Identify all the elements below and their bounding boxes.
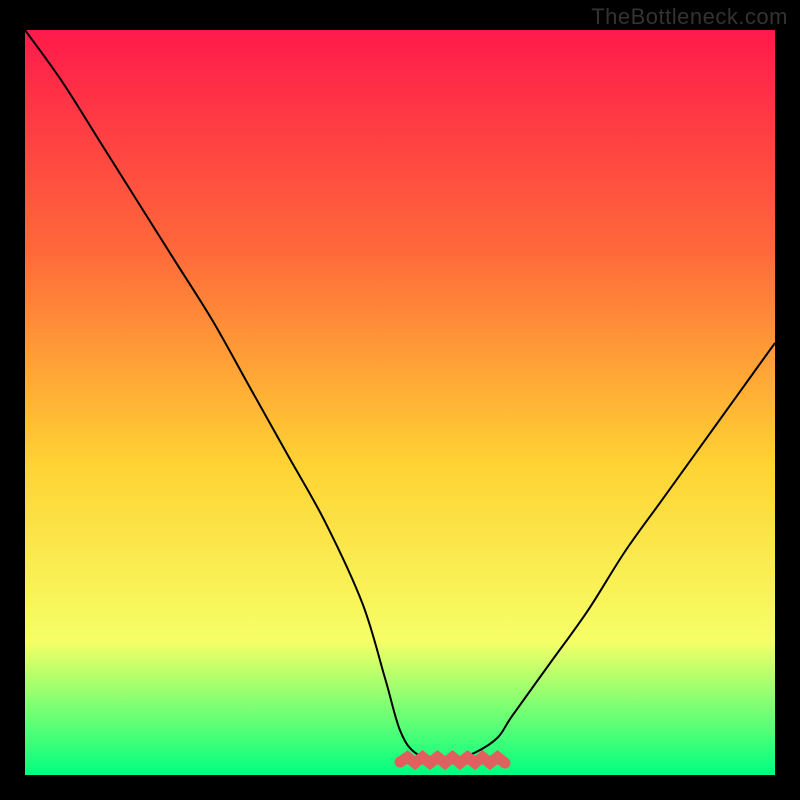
gradient-background xyxy=(25,30,775,775)
bottleneck-chart xyxy=(25,30,775,775)
plot-area xyxy=(25,30,775,775)
chart-frame: TheBottleneck.com xyxy=(0,0,800,800)
watermark-text: TheBottleneck.com xyxy=(591,4,788,30)
optimal-range-highlight xyxy=(400,757,505,763)
